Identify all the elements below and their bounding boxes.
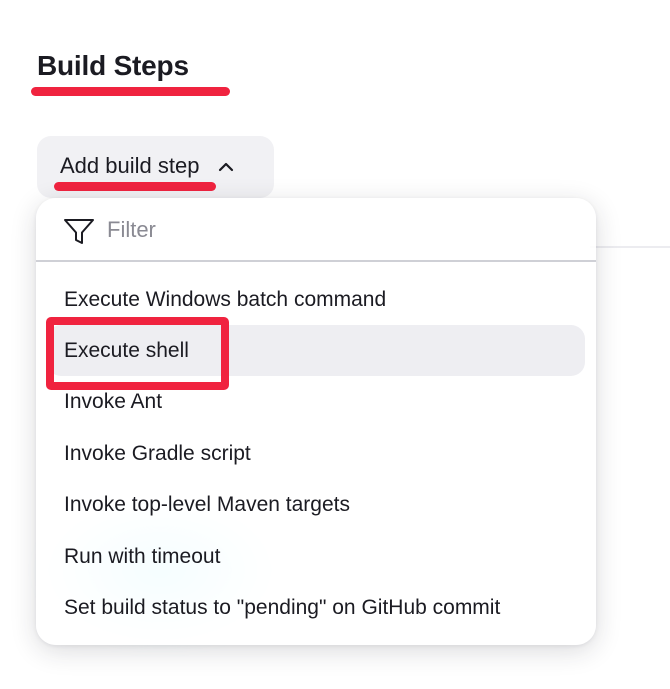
section-title: Build Steps [37,50,189,81]
chevron-up-icon [217,158,235,176]
menu-item-invoke-maven-targets[interactable]: Invoke top-level Maven targets [36,480,596,531]
title-annotation-underline [31,87,230,96]
menu-item-run-with-timeout[interactable]: Run with timeout [36,531,596,582]
menu-item-label: Set build status to "pending" on GitHub … [64,596,501,620]
menu-item-label: Invoke top-level Maven targets [64,493,350,517]
button-annotation-underline [54,182,216,191]
menu-item-label: Execute Windows batch command [64,287,387,311]
build-step-dropdown: Execute Windows batch command Execute sh… [36,198,596,645]
menu-item-invoke-gradle-script[interactable]: Invoke Gradle script [36,428,596,479]
menu-item-label: Invoke Gradle script [64,441,251,465]
menu-item-label: Run with timeout [64,544,221,568]
filter-icon [63,218,95,246]
execute-shell-annotation-box [46,317,229,390]
add-build-step-label: Add build step [60,153,200,178]
menu-item-label: Invoke Ant [64,390,163,414]
menu-item-set-build-status-pending[interactable]: Set build status to "pending" on GitHub … [36,582,596,633]
filter-input[interactable] [107,212,567,248]
section-divider [590,246,670,248]
filter-row [36,198,596,262]
